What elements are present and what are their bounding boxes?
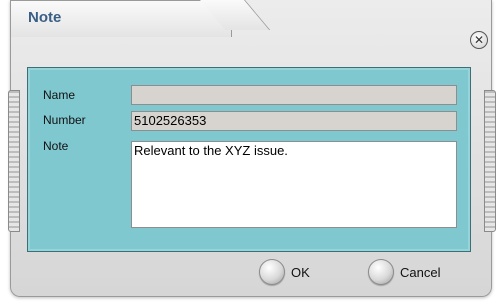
number-field[interactable]: 5102526353 [131,111,457,131]
close-icon: ✕ [473,33,485,47]
left-grip [8,90,20,232]
number-label: Number [43,113,86,127]
cancel-orb-icon [368,259,394,285]
note-textarea[interactable]: Relevant to the XYZ issue. [131,141,457,228]
dialog-title: Note [28,9,62,26]
close-button[interactable]: ✕ [470,31,488,49]
ok-orb-icon [259,259,285,285]
ok-label: OK [291,264,310,280]
right-grip [484,90,496,232]
cancel-button[interactable]: Cancel [368,259,440,285]
name-label: Name [43,88,76,102]
ok-button[interactable]: OK [259,259,310,285]
note-label: Note [43,139,69,153]
name-field[interactable] [131,85,457,105]
cancel-label: Cancel [400,264,441,280]
